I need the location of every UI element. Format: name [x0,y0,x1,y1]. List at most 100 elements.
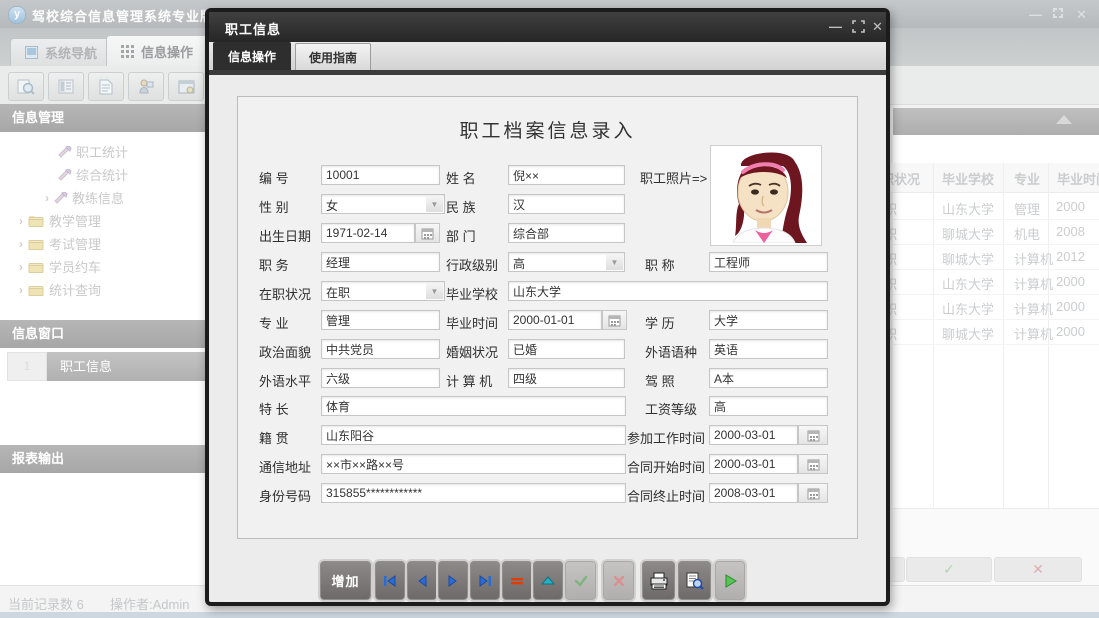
major-input[interactable] [321,310,440,330]
dialog-minimize-button[interactable]: — [829,20,842,34]
main-minimize-button[interactable]: — [1029,8,1042,21]
salary-input[interactable] [709,396,828,416]
birthplace-input[interactable] [321,425,626,445]
info-window-selected-row[interactable]: 1 职工信息 [0,352,205,381]
table-row[interactable]: 在职 聊城大学 机电 2008 [860,220,1099,245]
toolbar-report-view-button[interactable] [48,72,84,101]
status-combobox[interactable]: 在职 ▼ [321,281,445,301]
main-close-button[interactable]: ✕ [1076,8,1087,21]
add-button[interactable]: 增加 [320,561,371,600]
main-restore-button[interactable] [1051,6,1065,22]
table-row[interactable]: 在职 聊城大学 计算机 2012 [860,245,1099,270]
sidebar-item-teaching-mgmt[interactable]: › 教学管理 [0,209,205,232]
delete-record-button[interactable] [502,561,532,600]
tool-icon [58,169,72,181]
dialog-close-button[interactable]: ✕ [872,20,883,34]
cancel-button[interactable] [603,561,634,600]
chevron-down-icon[interactable]: ▼ [606,254,623,270]
collapse-up-icon[interactable] [1056,115,1072,124]
grad-time-calendar-button[interactable] [602,310,627,330]
footer-cancel-button[interactable]: ✕ [994,557,1082,582]
dialog-tab-info-operation[interactable]: 信息操作 [213,42,291,70]
sidebar-item-student-booking[interactable]: › 学员约车 [0,255,205,278]
prev-record-button[interactable] [407,561,437,600]
cell-year: 2012 [1056,249,1085,264]
first-record-button[interactable] [375,561,405,600]
address-input[interactable] [321,454,626,474]
next-record-button[interactable] [438,561,468,600]
last-record-button[interactable] [470,561,500,600]
id-number-input[interactable] [321,483,626,503]
sidebar-section-report-output[interactable]: 报表输出 [0,445,205,473]
sidebar-item-label: 综合统计 [76,165,128,184]
tab-system-nav[interactable]: 系统导航 [10,38,112,66]
sidebar-item-summary-stats[interactable]: 综合统计 [0,163,205,186]
chevron-down-icon[interactable]: ▼ [426,196,443,212]
sidebar-section-info-window[interactable]: 信息窗口 [0,320,205,348]
staff-icon [138,79,154,95]
marriage-input[interactable] [508,339,625,359]
chevron-down-icon[interactable]: ▼ [426,283,443,299]
field-label-specialty: 特 长 [259,399,289,418]
work-start-input[interactable] [709,425,798,445]
print-button[interactable] [642,561,675,600]
employee-info-dialog: 职工信息 — ✕ 信息操作 使用指南 职工档案信息录入 编 号 姓 名 职工照片… [205,8,890,606]
cell-major: 计算机 [1014,324,1053,343]
sidebar-item-coach-info[interactable]: › 教练信息 [0,186,205,209]
computer-input[interactable] [508,368,625,388]
birth-date-input[interactable] [321,223,415,243]
school-input[interactable] [508,281,828,301]
dept-input[interactable] [508,223,625,243]
run-button[interactable] [715,561,745,600]
table-row[interactable]: 在职 山东大学 管理 2000 [860,195,1099,220]
tab-info-operation[interactable]: 信息操作 [106,35,208,66]
contract-start-input[interactable] [709,454,798,474]
table-header-row: 在职状况 毕业学校 专业 毕业时间 [860,163,1099,193]
work-start-calendar-button[interactable] [798,425,828,445]
contract-end-input[interactable] [709,483,798,503]
duty-input[interactable] [321,252,440,272]
confirm-button[interactable] [565,561,596,600]
degree-input[interactable] [709,310,828,330]
toolbar-document-button[interactable] [88,72,124,101]
contract-start-calendar-button[interactable] [798,454,828,474]
ethnic-input[interactable] [508,194,625,214]
toolbar-window-button[interactable] [168,72,204,101]
name-input[interactable] [508,165,625,185]
table-row[interactable]: 在职 山东大学 计算机 2000 [860,270,1099,295]
edit-record-button[interactable] [533,561,563,600]
table-row[interactable]: 在职 山东大学 计算机 2000 [860,295,1099,320]
flevel-input[interactable] [321,368,440,388]
field-label-computer: 计 算 机 [446,371,492,390]
tab-label: 信息操作 [141,42,193,61]
toolbar-search-document-button[interactable] [8,72,44,101]
specialty-input[interactable] [321,396,626,416]
politics-input[interactable] [321,339,440,359]
employee-photo [710,145,822,246]
flang-input[interactable] [709,339,828,359]
contract-end-calendar-button[interactable] [798,483,828,503]
birth-calendar-button[interactable] [415,223,440,243]
gender-combobox[interactable]: 女 ▼ [321,194,445,214]
dialog-maximize-button[interactable] [852,20,865,36]
adm-level-combobox[interactable]: 高 ▼ [508,252,625,272]
grad-time-input[interactable] [508,310,602,330]
sidebar-item-stats-query[interactable]: › 统计查询 [0,278,205,301]
toolbar-staff-button[interactable] [128,72,164,101]
first-icon [383,575,397,587]
title-input[interactable] [709,252,828,272]
field-label-address: 通信地址 [259,457,311,476]
id-input[interactable] [321,165,440,185]
sidebar-section-info-mgmt[interactable]: 信息管理 [0,104,205,132]
col-major: 专业 [1014,169,1040,188]
footer-confirm-button[interactable]: ✓ [906,557,992,582]
preview-button[interactable] [678,561,711,600]
sidebar-item-staff-stats[interactable]: 职工统计 [0,140,205,163]
cell-major: 机电 [1014,224,1040,243]
cell-major: 计算机 [1014,274,1053,293]
dialog-tab-user-guide[interactable]: 使用指南 [295,43,371,70]
license-input[interactable] [709,368,828,388]
table-row[interactable]: 在职 聊城大学 计算机 2000 [860,320,1099,345]
combo-value: 在职 [326,284,350,301]
sidebar-item-exam-mgmt[interactable]: › 考试管理 [0,232,205,255]
